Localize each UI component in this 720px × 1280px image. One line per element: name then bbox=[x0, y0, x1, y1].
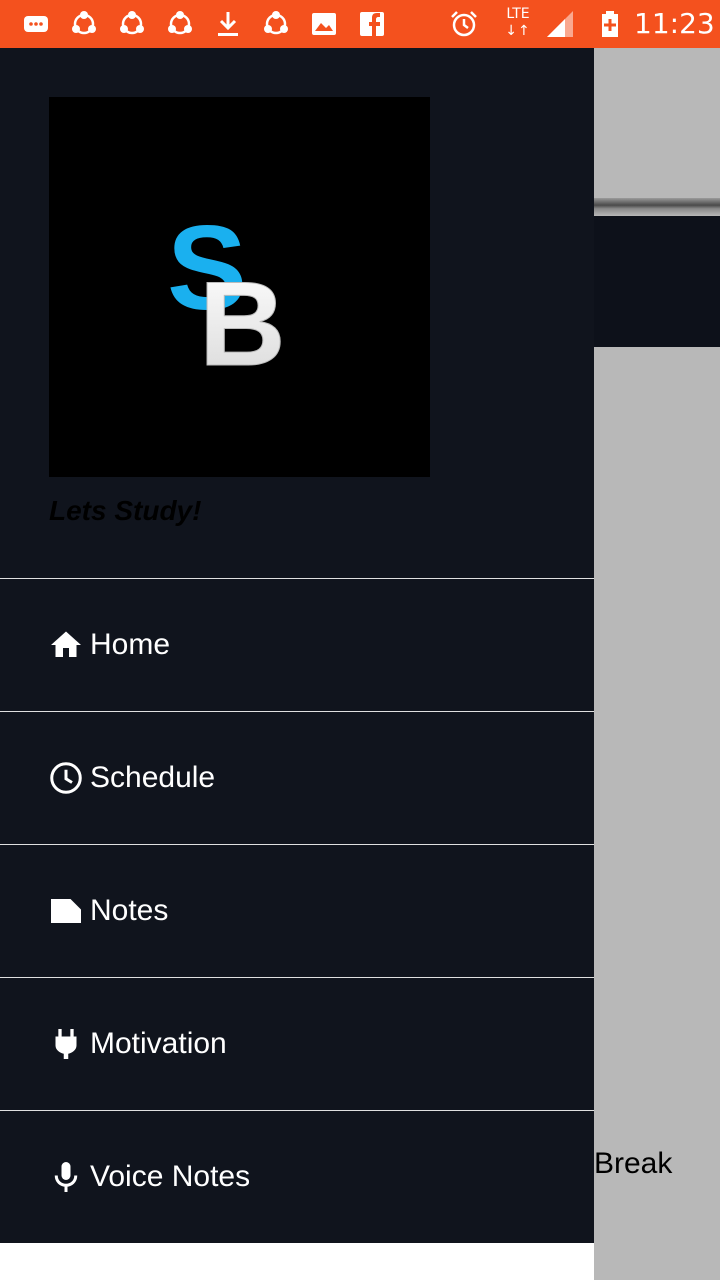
menu-item-notes[interactable]: Notes bbox=[0, 845, 594, 977]
signal-icon bbox=[544, 8, 576, 40]
share-icon bbox=[116, 8, 148, 40]
alarm-icon bbox=[448, 8, 480, 40]
logo-image: S B bbox=[167, 201, 286, 392]
background-shadow bbox=[594, 198, 720, 216]
menu-item-label: Motivation bbox=[90, 1027, 227, 1060]
navigation-drawer: S B Lets Study! Home Schedule Notes Moti… bbox=[0, 48, 594, 1280]
image-icon bbox=[308, 8, 340, 40]
home-icon bbox=[48, 627, 84, 663]
logo-letter-b: B bbox=[199, 257, 286, 391]
chat-icon bbox=[20, 8, 52, 40]
download-icon bbox=[212, 8, 244, 40]
network-type: LTE ↓↑ bbox=[505, 6, 531, 39]
clock-time: 11:23 bbox=[634, 7, 715, 40]
app-logo: S B bbox=[49, 97, 430, 477]
share-icon bbox=[164, 8, 196, 40]
drawer-tagline: Lets Study! bbox=[49, 495, 202, 526]
battery-icon bbox=[594, 8, 626, 40]
menu-item-label: Schedule bbox=[90, 761, 216, 794]
menu-item-label: Home bbox=[90, 628, 171, 661]
plug-icon bbox=[48, 1026, 84, 1062]
background-dark-panel bbox=[594, 216, 720, 347]
share-icon bbox=[68, 8, 100, 40]
menu-item-schedule[interactable]: Schedule bbox=[0, 712, 594, 844]
note-icon bbox=[48, 893, 84, 929]
menu-item-home[interactable]: Home bbox=[0, 579, 594, 711]
background-break-label: Break bbox=[594, 1147, 673, 1180]
status-bar: LTE ↓↑ 11:23 bbox=[0, 0, 720, 48]
background-toolbar bbox=[594, 48, 720, 198]
clock-icon bbox=[48, 760, 84, 796]
menu-item-label: Notes bbox=[90, 894, 169, 927]
drawer-header: S B Lets Study! bbox=[0, 48, 594, 578]
share-icon bbox=[260, 8, 292, 40]
menu-item-motivation[interactable]: Motivation bbox=[0, 978, 594, 1110]
facebook-icon bbox=[356, 8, 388, 40]
mic-icon bbox=[48, 1159, 84, 1195]
menu-item-voice-notes[interactable]: Voice Notes bbox=[0, 1111, 594, 1243]
menu-item-label: Voice Notes bbox=[90, 1160, 251, 1193]
